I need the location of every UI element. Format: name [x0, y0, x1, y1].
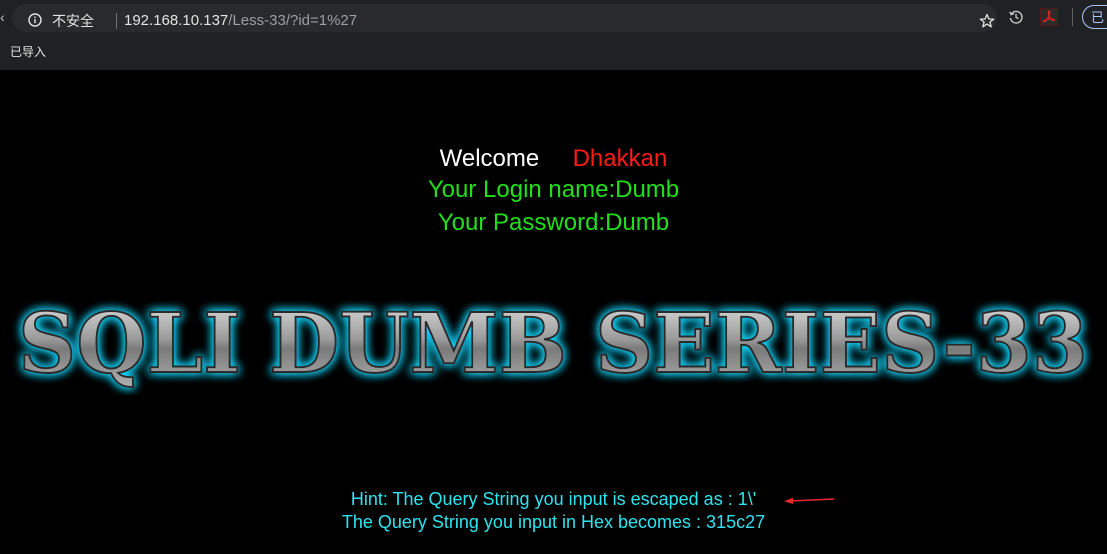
escaped-query-hint: Hint: The Query String you input is esca…	[350, 489, 757, 509]
star-icon[interactable]	[979, 13, 995, 29]
pdf-extension-icon[interactable]	[1040, 8, 1058, 26]
welcome-line: Welcome Dhakkan	[0, 145, 1107, 173]
welcome-name: Dhakkan	[572, 145, 668, 172]
login-name-line: Your Login name:Dumb	[427, 176, 680, 203]
info-icon[interactable]	[28, 13, 42, 27]
toolbar-separator	[1072, 8, 1073, 26]
welcome-label: Welcome	[439, 145, 540, 172]
url-path: /Less-33/?id=1%27	[228, 12, 358, 29]
url-host: 192.168.10.137	[124, 12, 229, 29]
hex-query-hint: The Query String you input in Hex become…	[341, 512, 766, 532]
password-line: Your Password:Dumb	[437, 209, 670, 236]
profile-button[interactable]: 已	[1082, 5, 1107, 29]
history-icon[interactable]	[1008, 9, 1024, 25]
page-content: Welcome Dhakkan Your Login name:Dumb You…	[0, 70, 1107, 554]
back-button[interactable]: ‹	[0, 9, 6, 25]
omnibox[interactable]: 不安全 192.168.10.137/Less-33/?id=1%27	[12, 4, 997, 32]
bookmark-imported[interactable]: 已导入	[10, 44, 46, 60]
address-bar-row: ‹ 不安全 192.168.10.137/Less-33/?id=1%27 已	[0, 0, 1107, 36]
sqli-dumb-series-banner: SQLI DUMB SERIES-33	[17, 295, 1089, 393]
annotation-arrow-icon	[784, 497, 835, 504]
omnibox-divider	[116, 13, 117, 29]
banner-text: SQLI DUMB SERIES-33	[18, 296, 1088, 392]
url-field[interactable]: 192.168.10.137/Less-33/?id=1%27	[124, 12, 357, 30]
security-status-label[interactable]: 不安全	[52, 13, 94, 29]
bookmarks-bar: 已导入	[0, 36, 1107, 70]
browser-chrome: ‹ 不安全 192.168.10.137/Less-33/?id=1%27 已 …	[0, 0, 1107, 70]
